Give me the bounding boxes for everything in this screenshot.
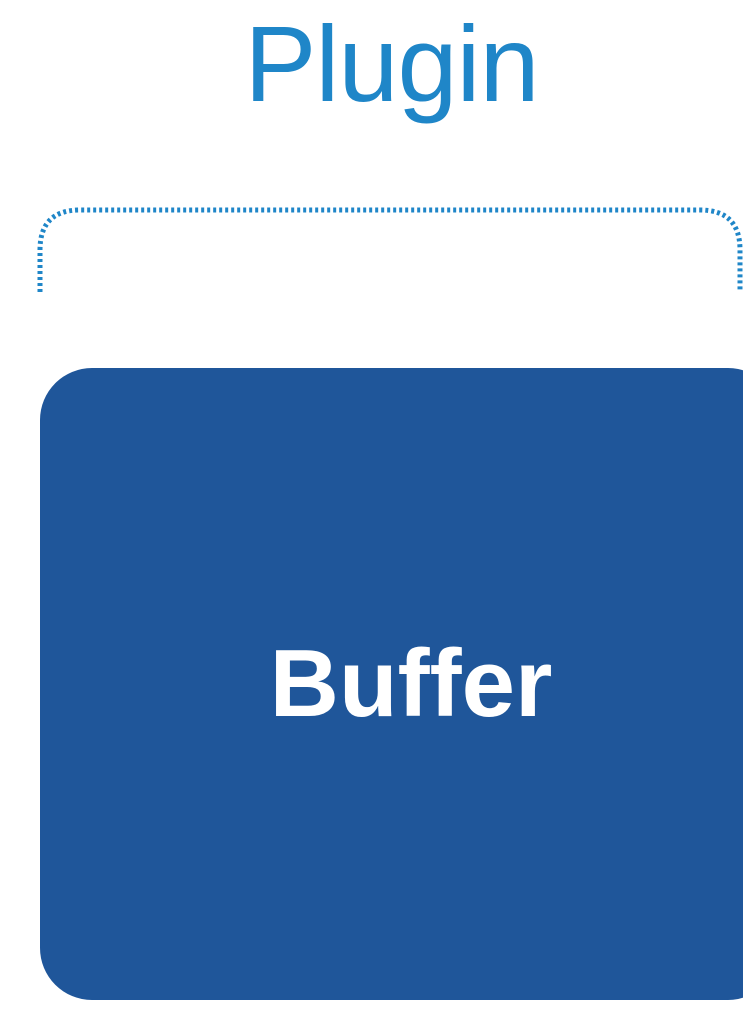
plugin-bracket (37, 207, 743, 292)
plugin-bracket-line (37, 207, 743, 292)
buffer-label: Buffer (269, 630, 553, 737)
buffer-node[interactable]: Buffer (40, 368, 743, 1000)
